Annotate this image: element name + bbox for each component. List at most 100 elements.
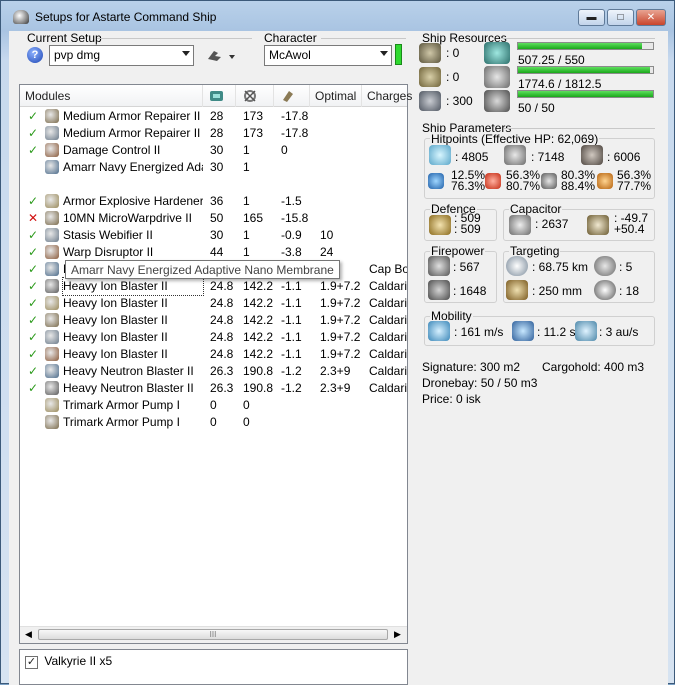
module-charges: Cap Boo [369,262,407,276]
signature: Signature: 300 m2 [422,360,521,374]
module-powergrid: 142.2 [243,296,274,310]
online-check-icon[interactable]: ✓ [28,142,38,159]
module-powergrid: 1 [243,194,250,208]
module-icon [45,160,59,174]
module-row[interactable]: ✓ Medium Armor Repairer II 28 173 -17.8 [20,108,407,125]
scroll-left-icon[interactable]: ◀ [25,629,32,640]
module-row[interactable]: Trimark Armor Pump I 0 0 [20,414,407,431]
online-check-icon[interactable]: ✓ [28,329,38,346]
module-cpu: 24.8 [210,313,234,327]
module-row[interactable]: ✓ Heavy Ion Blaster II 24.8 142.2 -1.1 1.9+7.… [20,277,407,296]
module-name: Stasis Webifier II [63,228,153,242]
drone-checkbox[interactable]: ✓ [25,656,38,669]
shield-icon [429,145,451,165]
module-cpu: 44 [210,245,224,259]
module-powergrid: 142.2 [243,313,274,327]
online-check-icon[interactable]: ✓ [28,380,38,397]
calibration-value: : 300 [446,94,473,108]
kinetic-resist-icon [541,173,557,189]
firepower-turrets: : 567 [453,260,480,274]
help-icon[interactable]: ? [27,47,43,63]
module-charges: Caldari I [369,313,407,327]
module-row[interactable]: ✓ Heavy Ion Blaster II 24.8 142.2 -1.1 1.9+7.… [20,312,407,329]
module-powergrid: 0 [243,415,250,429]
close-button[interactable]: ✕ [636,9,666,26]
capacitor-icon [509,215,531,235]
module-row[interactable]: ✓ Armor Explosive Hardener II 36 1 -1.5 [20,193,407,210]
col-charges[interactable]: Charges [362,85,412,107]
online-check-icon[interactable]: ✓ [28,261,38,278]
drone-bandwidth-value: 50 / 50 [518,101,555,115]
drone-list[interactable]: ✓ Valkyrie II x5 [19,649,408,685]
module-row[interactable]: ✓ Damage Control II 30 1 0 [20,142,407,159]
capacitor-balance: : -49.7 +50.4 [614,211,649,236]
module-row[interactable]: Trimark Armor Pump I 0 0 [20,397,407,414]
module-icon [45,398,59,412]
col-cpu[interactable] [203,85,236,107]
setup-select[interactable]: pvp dmg [49,45,194,66]
character-label: Character [264,31,317,45]
target-range: : 68.75 km [532,260,589,274]
online-check-icon[interactable]: ✓ [28,278,38,295]
online-check-icon[interactable]: ✓ [28,108,38,125]
scroll-right-icon[interactable]: ▶ [394,629,401,640]
divider [504,128,655,129]
online-check-icon[interactable]: ✓ [28,312,38,329]
module-name: Amarr Navy Energized Ada... [63,160,203,174]
online-check-icon[interactable]: ✓ [28,295,38,312]
armor-icon [504,145,526,165]
module-optimal: 2.3+9 [320,381,351,395]
module-row[interactable]: Amarr Navy Energized Ada... 30 1 [20,159,407,176]
module-row[interactable]: ✓ Heavy Ion Blaster II 24.8 142.2 -1.1 1.9+7.… [20,346,407,363]
cpu-icon [210,91,223,101]
module-icon [45,347,59,361]
setup-menu-button[interactable] [205,47,239,65]
module-list[interactable]: Modules Optimal Charges ✓ Medium Armor Re… [19,84,412,644]
em-resist: 12.5% 76.3% [451,168,486,193]
module-optimal: 1.9+7.2 [320,296,361,310]
module-row[interactable]: ✓ Medium Armor Repairer II 28 173 -17.8 [20,125,407,142]
current-setup-label: Current Setup [27,31,102,45]
module-icon [45,364,59,378]
offline-icon[interactable]: ✕ [28,210,38,227]
online-check-icon[interactable]: ✓ [28,346,38,363]
drone-item[interactable]: ✓ Valkyrie II x5 [25,654,112,669]
cpu-icon [484,42,510,64]
module-row[interactable]: ✓ Heavy Neutron Blaster II 26.3 190.8 -1.2 2.… [20,380,407,397]
module-cpu: 0 [210,398,217,412]
horizontal-scrollbar[interactable]: ◀ III ▶ [20,626,407,643]
online-check-icon[interactable]: ✓ [28,244,38,261]
title-bar[interactable]: Setups for Astarte Command Ship ▬ □ ✕ [1,1,674,31]
online-check-icon[interactable]: ✓ [28,193,38,210]
online-check-icon[interactable]: ✓ [28,363,38,380]
module-row[interactable]: ✓ Stasis Webifier II 30 1 -0.9 10 [20,227,407,244]
module-row[interactable]: ✓ Heavy Ion Blaster II 24.8 142.2 -1.1 1.9+7.… [20,295,407,312]
minimize-button[interactable]: ▬ [578,9,605,26]
module-cpu: 24.8 [210,347,234,361]
module-row[interactable]: ✕ 10MN MicroWarpdrive II 50 165 -15.8 [20,210,407,227]
module-row[interactable]: ✓ Warp Disruptor II 44 1 -3.8 24 [20,244,407,261]
module-optimal: 1.9+7.2 [320,347,361,361]
module-row[interactable]: ✓ Heavy Ion Blaster II 24.8 142.2 -1.1 1.9+7.… [20,329,407,346]
max-targets-icon [594,256,616,276]
col-modules[interactable]: Modules [20,85,203,107]
col-optimal[interactable]: Optimal [310,85,362,107]
module-icon [45,279,59,293]
online-check-icon[interactable]: ✓ [28,125,38,142]
module-row[interactable] [20,176,407,193]
module-capacitor: -3.8 [281,245,302,259]
sensor-strength-icon [594,280,616,300]
module-row[interactable]: ✓ Heavy Neutron Blaster II 26.3 190.8 -1.2 2.… [20,363,407,380]
module-icon [45,381,59,395]
module-optimal: 1.9+7.2 [320,330,361,344]
module-cpu: 26.3 [210,364,234,378]
warp-speed-icon [575,321,597,341]
max-targets: : 5 [619,260,633,274]
maximize-button[interactable]: □ [607,9,634,26]
warp-speed: : 3 au/s [599,325,639,339]
col-powergrid[interactable] [236,85,274,107]
col-capacitor[interactable] [274,85,310,107]
online-check-icon[interactable]: ✓ [28,227,38,244]
character-select[interactable]: McAwol [264,45,392,66]
scroll-thumb[interactable]: III [38,629,388,640]
